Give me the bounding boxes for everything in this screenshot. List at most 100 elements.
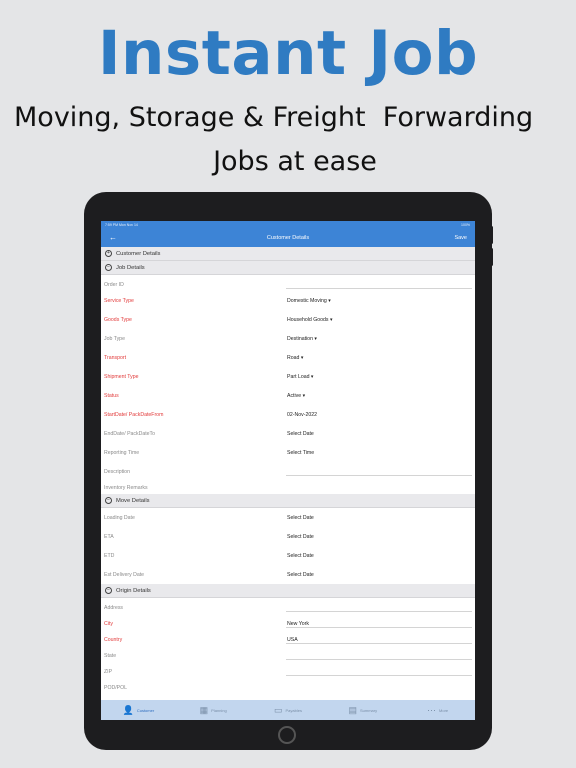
field-label: Est Delivery Date [104, 572, 145, 578]
tab-customer[interactable]: 👤 Customer [101, 700, 176, 720]
form-row[interactable]: Inventory Remarks [101, 478, 475, 494]
form-row[interactable]: POD/POL [101, 678, 475, 694]
field-label: Service Type [104, 298, 134, 304]
form-row[interactable]: StartDate/ PackDateFrom 02-Nov-2022 [101, 405, 475, 424]
form-row[interactable]: Shipment Type Part Load ▾ [101, 367, 475, 386]
field-label: Status [104, 393, 119, 399]
form-row[interactable]: Service Type Domestic Moving ▾ [101, 291, 475, 310]
form-row[interactable]: Order ID [101, 275, 475, 291]
field-label: State [104, 653, 117, 659]
home-button[interactable] [278, 726, 296, 744]
field-value[interactable]: Select Date [287, 515, 314, 521]
field-label: Transport [104, 355, 127, 361]
more-icon: ⋯ [427, 704, 437, 715]
form-row[interactable]: Reporting Time Select Time [101, 443, 475, 462]
field-underline [286, 475, 472, 476]
tab-label: Payables [285, 707, 302, 713]
field-underline [286, 659, 472, 660]
promo-headline: Instant Job [97, 18, 479, 89]
person-icon: 👤 [122, 704, 134, 715]
job-details-form: Order ID Service Type Domestic Moving ▾ Goo… [101, 275, 475, 494]
tab-label: Planning [211, 707, 227, 713]
battery-status: 100% [461, 223, 470, 227]
field-value[interactable]: 02-Nov-2022 [287, 412, 317, 418]
tab-bar: 👤 Customer ▦ Planning ▭ Payables ▤ Summary ⋯ More [101, 700, 475, 720]
form-row[interactable]: ZIP [101, 662, 475, 678]
collapse-icon: − [105, 587, 112, 594]
field-underline [286, 288, 472, 289]
collapse-icon: − [105, 497, 112, 504]
field-underline [286, 643, 472, 644]
section-move-details[interactable]: − Move Details [101, 494, 475, 508]
field-label: Reporting Time [104, 450, 140, 456]
form-row[interactable]: ETD Select Date [101, 546, 475, 565]
section-customer-details[interactable]: + Customer Details [101, 247, 475, 261]
form-row[interactable]: State [101, 646, 475, 662]
tab-planning[interactable]: ▦ Planning [176, 700, 251, 720]
section-title: Customer Details [116, 250, 161, 257]
field-value[interactable]: Select Date [287, 572, 314, 578]
field-underline [286, 627, 472, 628]
form-row[interactable]: Country USA [101, 630, 475, 646]
form-row[interactable]: Description [101, 462, 475, 478]
field-label: EndDate/ PackDateTo [104, 431, 156, 437]
field-label: Description [104, 469, 130, 475]
promo-subline-2: Jobs at ease [213, 146, 377, 177]
section-title: Origin Details [116, 587, 151, 594]
field-label: City [104, 621, 113, 627]
field-value[interactable]: Select Time [287, 450, 314, 456]
form-row[interactable]: Address [101, 598, 475, 614]
navigation-bar: 7:59 PM Mon Nov 14 100% ← Customer Detai… [101, 221, 475, 247]
field-value[interactable]: Active ▾ [287, 393, 305, 399]
field-label: Loading Date [104, 515, 135, 521]
form-row[interactable]: Goods Type Household Goods ▾ [101, 310, 475, 329]
field-underline [286, 611, 472, 612]
form-row[interactable]: Job Type Destination ▾ [101, 329, 475, 348]
tab-label: Customer [136, 707, 155, 713]
field-label: ZIP [104, 669, 113, 675]
field-value[interactable]: Select Date [287, 553, 314, 559]
field-value[interactable]: Part Load ▾ [287, 374, 314, 380]
field-value[interactable]: Select Date [287, 431, 314, 437]
form-row[interactable]: Transport Road ▾ [101, 348, 475, 367]
field-value[interactable]: Destination ▾ [287, 336, 317, 342]
expand-icon: + [105, 250, 112, 257]
collapse-icon: − [105, 264, 112, 271]
field-label: ETD [104, 553, 115, 559]
tab-payables[interactable]: ▭ Payables [251, 700, 326, 720]
form-row[interactable]: EndDate/ PackDateTo Select Date [101, 424, 475, 443]
field-value[interactable]: Select Date [287, 534, 314, 540]
summary-icon: ▤ [348, 704, 357, 715]
field-value[interactable]: Domestic Moving ▾ [287, 298, 331, 304]
form-row[interactable]: Loading Date Select Date [101, 508, 475, 527]
payables-icon: ▭ [274, 704, 283, 715]
move-details-form: Loading Date Select Date ETA Select Date ETD… [101, 508, 475, 584]
field-label: Order ID [104, 282, 124, 288]
section-title: Move Details [116, 497, 150, 504]
field-label: Goods Type [104, 317, 132, 323]
tab-summary[interactable]: ▤ Summary [325, 700, 400, 720]
field-label: Shipment Type [104, 374, 139, 380]
status-time: 7:59 PM Mon Nov 14 [105, 223, 138, 227]
save-button[interactable]: Save [454, 235, 467, 241]
form-row[interactable]: City New York [101, 614, 475, 630]
tab-more[interactable]: ⋯ More [400, 700, 475, 720]
section-title: Job Details [116, 264, 145, 271]
field-label: StartDate/ PackDateFrom [104, 412, 164, 418]
form-row[interactable]: Status Active ▾ [101, 386, 475, 405]
field-value[interactable]: Household Goods ▾ [287, 317, 333, 323]
page-title: Customer Details [266, 235, 310, 241]
field-label: POD/POL [104, 685, 128, 691]
field-label: Address [104, 605, 124, 611]
field-label: ETA [104, 534, 114, 540]
section-job-details[interactable]: − Job Details [101, 261, 475, 275]
field-label: Inventory Remarks [104, 485, 148, 491]
planning-icon: ▦ [199, 704, 209, 715]
form-row[interactable]: Est Delivery Date Select Date [101, 565, 475, 584]
field-value[interactable]: Road ▾ [287, 355, 303, 361]
field-label: Country [104, 637, 123, 643]
promo-subline: Moving, Storage & Freight Forwarding [14, 102, 534, 133]
form-row[interactable]: ETA Select Date [101, 527, 475, 546]
section-origin-details[interactable]: − Origin Details [101, 584, 475, 598]
tab-label: Summary [359, 707, 378, 713]
